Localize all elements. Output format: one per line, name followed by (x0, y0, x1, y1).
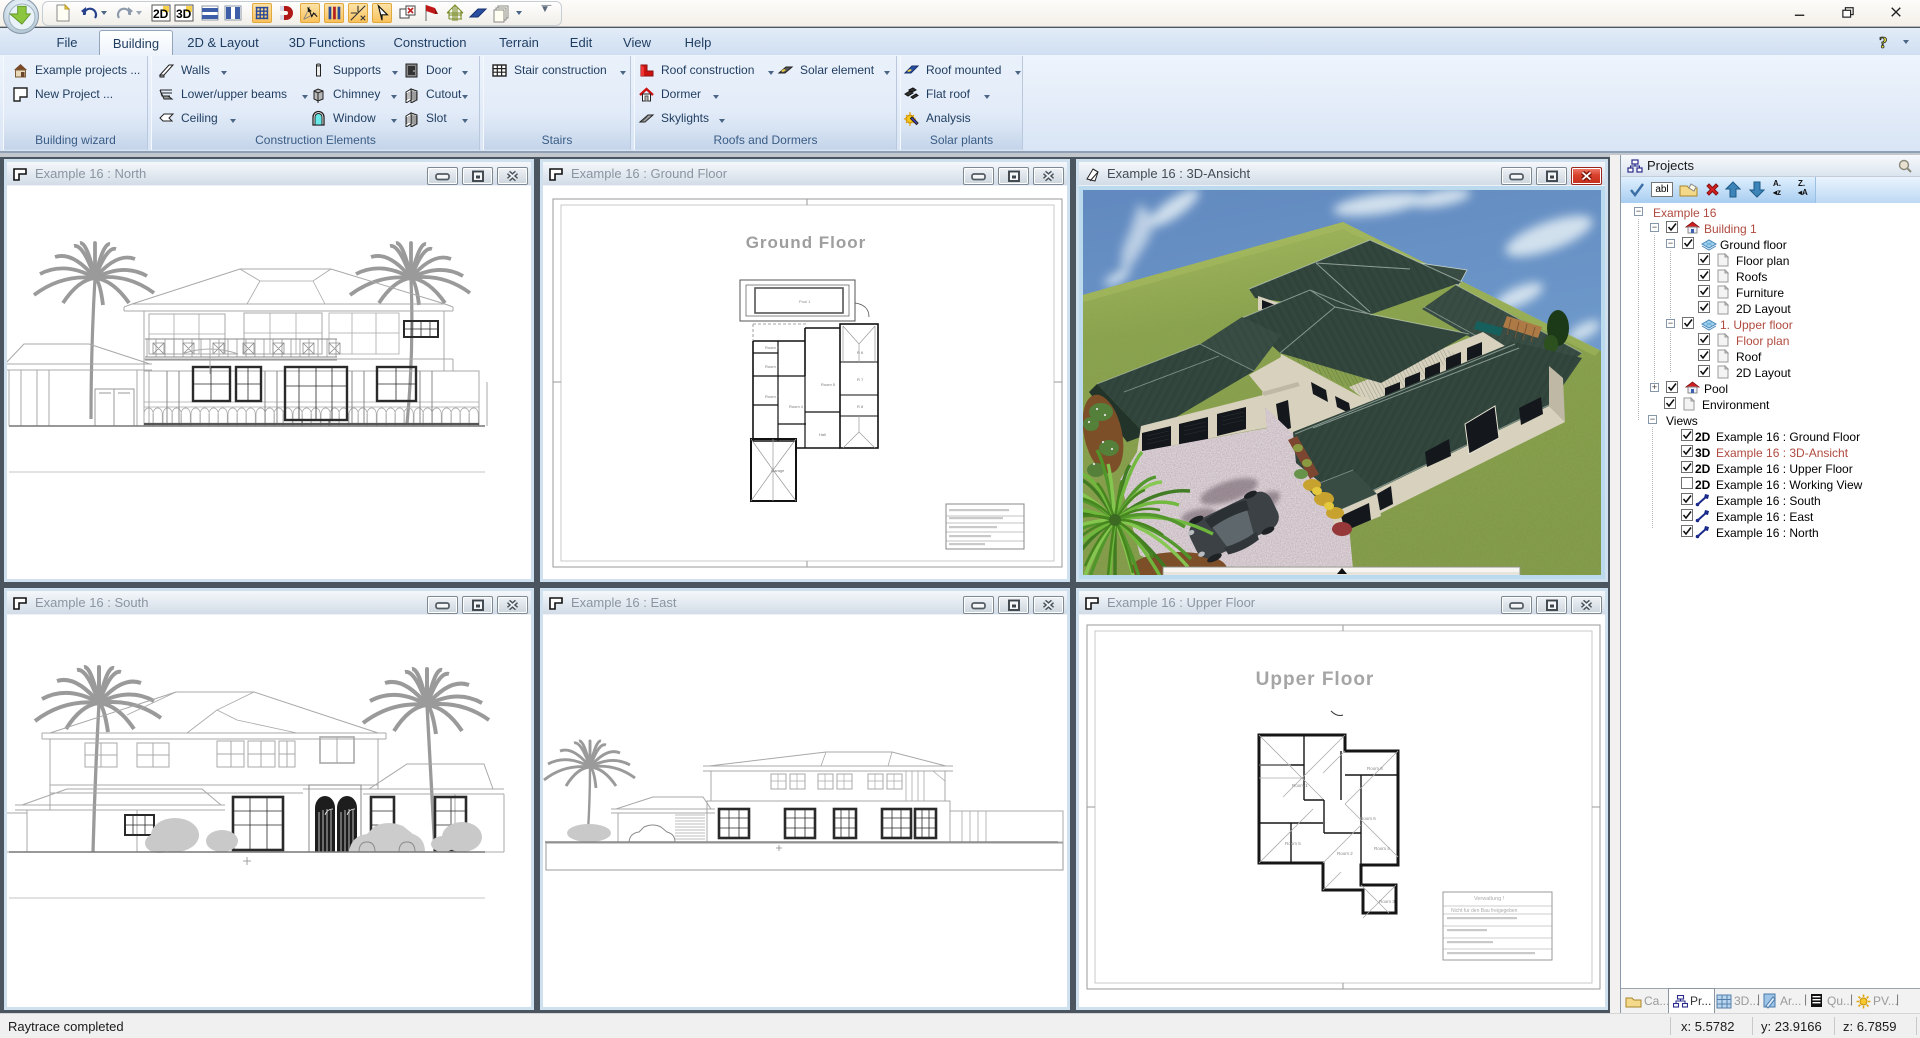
svg-text:Verwaltung !: Verwaltung ! (1474, 896, 1505, 902)
svg-text:Room 3: Room 3 (765, 394, 780, 399)
svg-text:Nicht fur den Bau freigegeben: Nicht fur den Bau freigegeben (1451, 908, 1518, 914)
svg-text:Ground Floor: Ground Floor (746, 233, 867, 252)
svg-text:Room 3: Room 3 (1379, 899, 1395, 904)
svg-text:Pool 1: Pool 1 (799, 299, 811, 304)
svg-text:Room 1: Room 1 (1292, 783, 1308, 788)
svg-text:Room 8: Room 8 (1367, 766, 1383, 771)
svg-text:Upper Floor: Upper Floor (1256, 669, 1375, 690)
svg-text:Room 2: Room 2 (1337, 851, 1353, 856)
svg-text:Room 4: Room 4 (789, 404, 804, 409)
svg-text:Room 1: Room 1 (765, 345, 780, 350)
svg-text:Garage: Garage (771, 468, 785, 473)
svg-text:Room 2: Room 2 (765, 364, 780, 369)
svg-text:Room 6: Room 6 (1360, 816, 1376, 821)
svg-text:?: ? (1879, 33, 1888, 51)
svg-text:3D: 3D (176, 7, 192, 21)
svg-text:Room 5: Room 5 (1285, 841, 1301, 846)
svg-text:R 7: R 7 (857, 377, 864, 382)
svg-text:Hall: Hall (819, 432, 826, 437)
svg-text:R 8: R 8 (857, 404, 864, 409)
svg-text:Room 4: Room 4 (1374, 846, 1390, 851)
svg-text:Room 5: Room 5 (821, 382, 836, 387)
svg-text:2D: 2D (153, 7, 169, 21)
svg-text:R 6: R 6 (857, 350, 864, 355)
